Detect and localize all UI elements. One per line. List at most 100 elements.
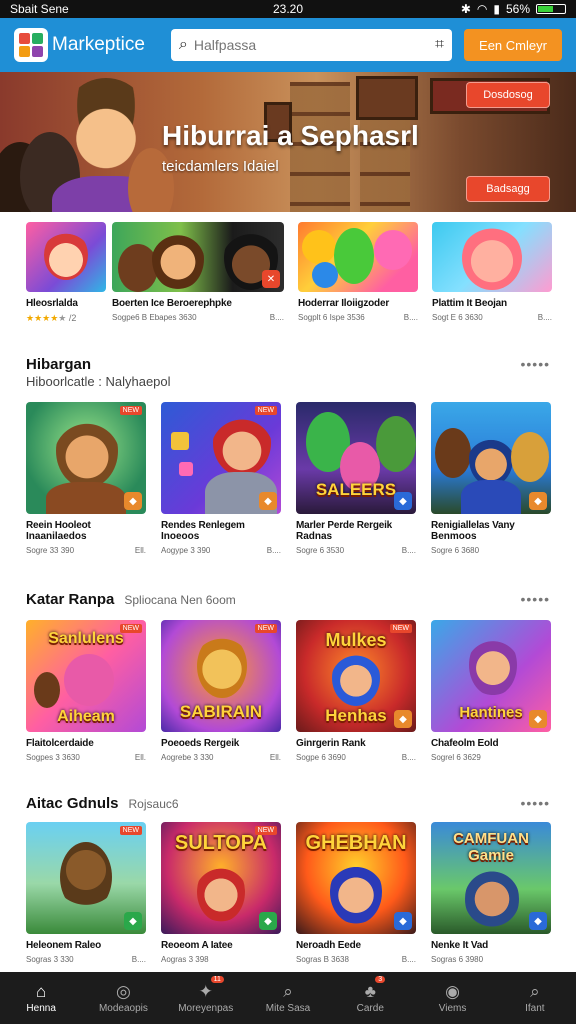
featured-thumb (26, 222, 106, 292)
thumb-title-art: SULTOPA (174, 832, 268, 854)
new-badge: NEW (254, 826, 277, 835)
featured-title: Boerten Ice Beroerephpke (112, 298, 232, 309)
game-title: Renigiallelas Vany (431, 520, 515, 531)
battery-fill (538, 6, 553, 12)
game-meta: Sogpe 6 3690 B.... (296, 753, 416, 762)
game-subtitle: Radnas (296, 531, 333, 542)
game-title: Rendes Renlegem (161, 520, 245, 531)
more-icon[interactable]: ••••• (520, 591, 550, 607)
game-title: Chafeolm Eold (431, 738, 499, 749)
game-meta: Aogras 3 398 (161, 955, 209, 964)
game-title: Neroadh Eede (296, 940, 361, 951)
search-bar[interactable]: ⌕ ⌗ (170, 29, 452, 61)
featured-row: Hleosrlalda ★★★★★ /2 ✕ Boerten Ice Beroe… (26, 222, 552, 324)
thumb-title-art: GHEBHAN (305, 832, 407, 854)
game-card[interactable]: NEW ◆ Heleonem Raleo Sogras 3 330 B.... (26, 822, 146, 964)
featured-card[interactable]: ✕ Boerten Ice Beroerephpke Sogpe6 B Ebap… (112, 222, 284, 324)
game-subtitle: Inaanilaedos (26, 531, 87, 542)
signal-icon: ▮ (493, 2, 500, 16)
new-badge: NEW (119, 624, 142, 633)
featured-meta: Sogt E 6 3630 B.... (432, 313, 552, 322)
nav-marketplace[interactable]: ✦ 11 Moreyenpas (165, 972, 247, 1024)
featured-title: Hleosrlalda (26, 298, 78, 309)
hero-banner[interactable]: Hiburrai a Sephasrl teicdamlers Idaiel D… (0, 72, 576, 212)
nav-discover[interactable]: ◎ Modeaopis (82, 972, 164, 1024)
game-thumb: CAMFUAN Gamie ◆ (431, 822, 551, 934)
game-title: Ginrgerin Rank (296, 738, 366, 749)
game-card[interactable]: SALEERS ◆ Marler Perde Rergeik Radnas So… (296, 402, 416, 555)
header-cta-button[interactable]: Een Cmleyr (464, 29, 562, 61)
featured-meta: Sogplt 6 Ispe 3536 B.... (298, 313, 418, 322)
status-bar: Sbait Sene 23.20 ✱ ◠ ▮ 56% (0, 0, 576, 18)
game-card[interactable]: Mulkes Henhas NEW ◆ Ginrgerin Rank Sogpe… (296, 620, 416, 762)
nav-profile[interactable]: ⌕ Ifant (494, 972, 576, 1024)
game-title: Heleonem Raleo (26, 940, 102, 951)
section-header: Aitac Gdnuls Rojsauc6 ••••• (26, 795, 550, 812)
game-card[interactable]: SABIRAIN NEW Poeoeds Rergeik Aogrebe 3 3… (161, 620, 281, 762)
new-badge: NEW (254, 624, 277, 633)
app-logo[interactable]: Markeptice (14, 28, 145, 62)
game-meta: Sogras 6 3980 (431, 955, 484, 964)
thumb-title-art: SABIRAIN (179, 702, 263, 721)
puzzle-icon: ✦ (198, 981, 213, 1001)
more-icon[interactable]: ••••• (520, 356, 550, 372)
game-thumb: NEW ◆ (26, 822, 146, 934)
nav-cart[interactable]: ♣ 3 Carde (329, 972, 411, 1024)
nav-label: Mite Sasa (265, 1002, 311, 1014)
app-name: Markeptice (52, 34, 145, 55)
nav-search[interactable]: ⌕ Mite Sasa (247, 972, 329, 1024)
game-title: Nenke It Vad (431, 940, 489, 951)
hero-top-button[interactable]: Dosdosog (466, 82, 550, 108)
game-controller-icon: ◆ (394, 492, 412, 510)
new-badge: NEW (119, 826, 142, 835)
game-title: Reein Hooleot (26, 520, 91, 531)
game-controller-icon: ◆ (259, 492, 277, 510)
new-badge: NEW (254, 406, 277, 415)
game-controller-icon: ◆ (529, 912, 547, 930)
game-card[interactable]: SULTOPA NEW ◆ Reoeom A Iatee Aogras 3 39… (161, 822, 281, 964)
home-icon: ⌂ (36, 981, 47, 1001)
game-meta: Sogre 6 3680 (431, 546, 480, 555)
game-card[interactable]: Hantines ◆ Chafeolm Eold Sogrel 6 3629 (431, 620, 551, 762)
featured-card[interactable]: Hleosrlalda ★★★★★ /2 (26, 222, 106, 324)
nav-label: Carde (356, 1002, 384, 1014)
section-subtitle: Rojsauc6 (128, 797, 179, 811)
game-thumb: NEW ◆ (26, 402, 146, 514)
featured-thumb (432, 222, 552, 292)
featured-card[interactable]: Plattim It Beojan Sogt E 6 3630 B.... (432, 222, 552, 324)
game-title: Marler Perde Rergeik (296, 520, 393, 531)
nav-label: Viems (438, 1002, 467, 1014)
game-controller-icon: ◆ (124, 492, 142, 510)
nav-label: Moreyenpas (178, 1002, 234, 1014)
notification-badge: 3 (375, 976, 386, 983)
hero-bottom-button[interactable]: Badsagg (466, 176, 550, 202)
nav-label: Henna (26, 1002, 56, 1014)
game-thumb: Mulkes Henhas NEW ◆ (296, 620, 416, 732)
view-icon: ◉ (445, 981, 460, 1001)
featured-title: Plattim It Beojan (432, 298, 507, 309)
game-card[interactable]: NEW ◆ Reein Hooleot Inaanilaedos Sogre 3… (26, 402, 146, 555)
game-thumb: Sanlulens Aiheam NEW (26, 620, 146, 732)
section-subtitle: Hiboorlcatle : Nalyhaepol (26, 374, 171, 389)
game-meta: Sogras B 3638 B.... (296, 955, 416, 964)
battery-icon (536, 4, 566, 14)
section-title: Katar Ranpa (26, 591, 115, 608)
new-badge: NEW (389, 624, 412, 633)
game-card[interactable]: Sanlulens Aiheam NEW Flaitolcerdaide Sog… (26, 620, 146, 762)
nav-views[interactable]: ◉ Viems (411, 972, 493, 1024)
hero-subtitle: teicdamlers Idaiel (162, 158, 279, 175)
more-icon[interactable]: ••••• (520, 795, 550, 811)
game-card[interactable]: CAMFUAN Gamie ◆ Nenke It Vad Sogras 6 39… (431, 822, 551, 964)
game-thumb: GHEBHAN ◆ (296, 822, 416, 934)
wifi-icon: ◠ (476, 2, 488, 16)
section-title: Hibargan (26, 356, 92, 373)
game-card[interactable]: GHEBHAN ◆ Neroadh Eede Sogras B 3638 B...… (296, 822, 416, 964)
nav-home[interactable]: ⌂ Henna (0, 972, 82, 1024)
scan-icon[interactable]: ⌗ (435, 36, 444, 54)
game-card[interactable]: ◆ Renigiallelas Vany Benmoos Sogre 6 368… (431, 402, 551, 555)
featured-title: Hoderrar Iloiigzoder (298, 298, 390, 309)
game-controller-icon: ◆ (529, 710, 547, 728)
search-input[interactable] (193, 37, 429, 53)
featured-card[interactable]: Hoderrar Iloiigzoder Sogplt 6 Ispe 3536 B… (298, 222, 418, 324)
game-card[interactable]: NEW ◆ Rendes Renlegem Inoeoos Aogype 3 3… (161, 402, 281, 555)
